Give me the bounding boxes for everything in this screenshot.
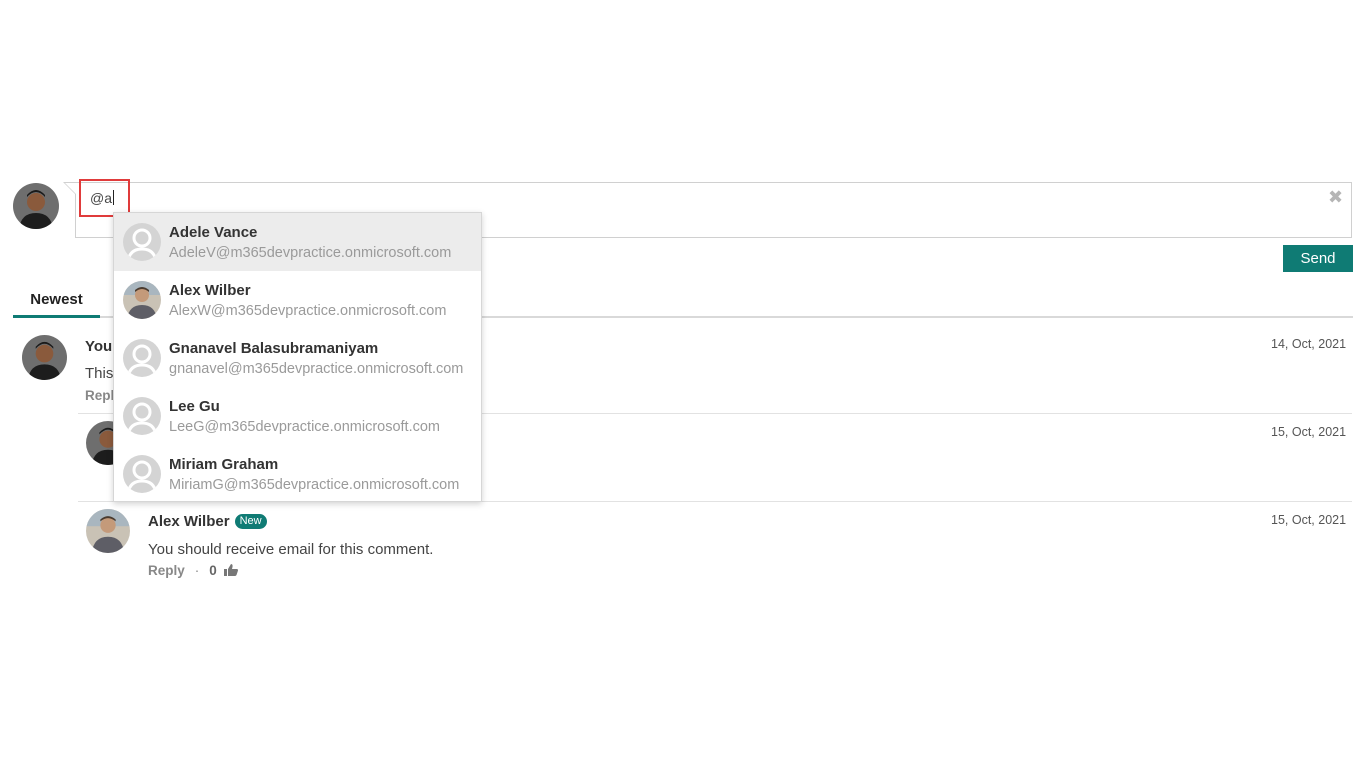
mention-name: Alex Wilber [169,282,251,299]
comment-date: 15, Oct, 2021 [1271,425,1347,439]
separator: · [194,563,200,578]
mention-email: LeeG@m365devpractice.onmicrosoft.com [169,419,441,435]
comment-actions: Reply · 0 [148,563,238,578]
mention-option[interactable]: Miriam Graham MiriamG@m365devpractice.on… [114,445,481,503]
alex-wilber-avatar [86,509,130,553]
mention-option[interactable]: Adele Vance AdeleV@m365devpractice.onmic… [114,213,481,271]
mention-option[interactable]: Lee Gu LeeG@m365devpractice.onmicrosoft.… [114,387,481,445]
mention-option[interactable]: Alex Wilber AlexW@m365devpractice.onmicr… [114,271,481,329]
comment-date: 14, Oct, 2021 [1271,337,1347,351]
mention-name: Miriam Graham [169,456,279,473]
comment-author: You [85,338,113,355]
new-badge: New [234,514,267,529]
mention-email: AlexW@m365devpractice.onmicrosoft.com [169,303,447,319]
comment-author-name: Alex Wilber [148,513,230,530]
photo-avatar [123,281,161,319]
default-avatar-icon [123,223,161,261]
comment-date: 15, Oct, 2021 [1271,513,1347,527]
thumbs-up-icon[interactable] [223,564,238,576]
comment-text: This [85,365,114,382]
mention-email: gnanavel@m365devpractice.onmicrosoft.com [169,361,464,377]
mention-email: AdeleV@m365devpractice.onmicrosoft.com [169,245,452,261]
default-avatar-icon [123,339,161,377]
comment-text: You should receive email for this commen… [148,541,434,558]
send-button[interactable]: Send [1283,245,1353,272]
tab-newest-label: Newest [30,291,83,308]
mention-name: Lee Gu [169,398,220,415]
comment-avatar [22,335,67,380]
tab-newest[interactable]: Newest [13,291,100,318]
mention-name: Adele Vance [169,224,258,241]
comment-author: Alex Wilber New [148,513,267,530]
like-count: 0 [209,563,217,578]
default-avatar-icon [123,397,161,435]
mention-suggestions-dropdown: Adele Vance AdeleV@m365devpractice.onmic… [113,212,482,502]
reply-link[interactable]: Repl [85,388,114,403]
default-avatar-icon [123,455,161,493]
mention-option[interactable]: Gnanavel Balasubramaniyam gnanavel@m365d… [114,329,481,387]
mention-name: Gnanavel Balasubramaniyam [169,340,379,357]
reply-link[interactable]: Reply [148,563,185,578]
current-user-avatar [13,183,59,229]
close-icon[interactable]: ✖ [1328,187,1343,207]
mention-email: MiriamG@m365devpractice.onmicrosoft.com [169,477,460,493]
